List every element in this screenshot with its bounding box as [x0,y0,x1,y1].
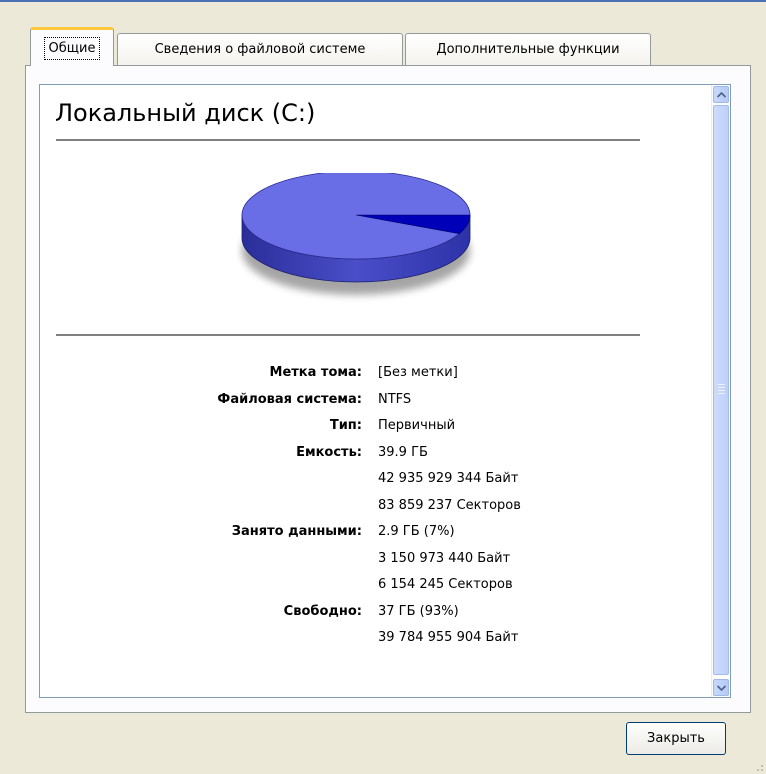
divider [56,139,640,142]
property-row: Тип: Первичный [40,414,700,440]
property-row: 39 784 955 904 Байт [40,626,700,652]
grip-line [718,393,725,394]
property-value: 37 ГБ (93%) [378,603,459,619]
property-label: Файловая система: [217,391,362,407]
property-row: Файловая система: NTFS [40,388,700,414]
scroll-down-button[interactable] [713,679,729,696]
property-value: 42 935 929 344 Байт [378,471,519,486]
property-value: Первичный [378,418,456,433]
tab-filesystem-info-label: Сведения о файловой системе [154,42,366,57]
tab-general[interactable]: Общие [30,27,114,66]
close-button[interactable]: Закрыть [626,722,726,755]
property-label: Свободно: [283,603,362,619]
property-label: Тип: [329,418,362,433]
disk-title: Локальный диск (C:) [55,99,316,127]
tab-advanced-functions-label: Дополнительные функции [436,42,620,57]
property-label: Занято данными: [231,524,362,539]
property-label: Метка тома: [269,365,362,380]
property-row: 3 150 973 440 Байт [40,547,700,573]
tab-panel: Локальный диск (C:) Метка тома: [Без метк… [25,65,751,713]
disk-info-view: Локальный диск (C:) Метка тома: [Без метк… [39,84,731,698]
disk-usage-pie-chart [241,173,471,295]
property-value: 6 154 245 Секторов [378,577,513,592]
property-value: 39.9 ГБ [378,444,428,460]
property-row: 6 154 245 Секторов [40,573,700,599]
property-row: Емкость: 39.9 ГБ [40,441,700,467]
property-row: Занято данными: 2.9 ГБ (7%) [40,520,700,546]
grip-line [718,387,725,388]
vertical-scrollbar[interactable] [711,85,730,697]
property-value: 2.9 ГБ (7%) [378,524,455,539]
property-value: NTFS [378,391,412,407]
property-row: 42 935 929 344 Байт [40,467,700,493]
tab-advanced-functions[interactable]: Дополнительные функции [405,33,651,65]
resize-grip-icon[interactable] [752,760,764,772]
chevron-down-icon [716,684,726,691]
tab-filesystem-info[interactable]: Сведения о файловой системе [117,33,403,65]
chevron-up-icon [716,91,726,98]
property-value: 3 150 973 440 Байт [378,550,511,566]
property-value: [Без метки] [378,365,458,380]
tab-general-label: Общие [43,36,101,60]
property-label: Емкость: [296,444,362,460]
property-value: 39 784 955 904 Байт [378,630,519,645]
window-top-border [0,0,766,2]
property-row: Свободно: 37 ГБ (93%) [40,600,700,626]
grip-line [718,390,725,391]
property-row: Метка тома: [Без метки] [40,361,700,387]
scroll-up-button[interactable] [713,86,729,103]
property-row: 83 859 237 Секторов [40,494,700,520]
property-value: 83 859 237 Секторов [378,497,521,513]
grip-line [718,384,725,385]
scroll-thumb[interactable] [713,105,729,675]
divider [56,334,640,337]
